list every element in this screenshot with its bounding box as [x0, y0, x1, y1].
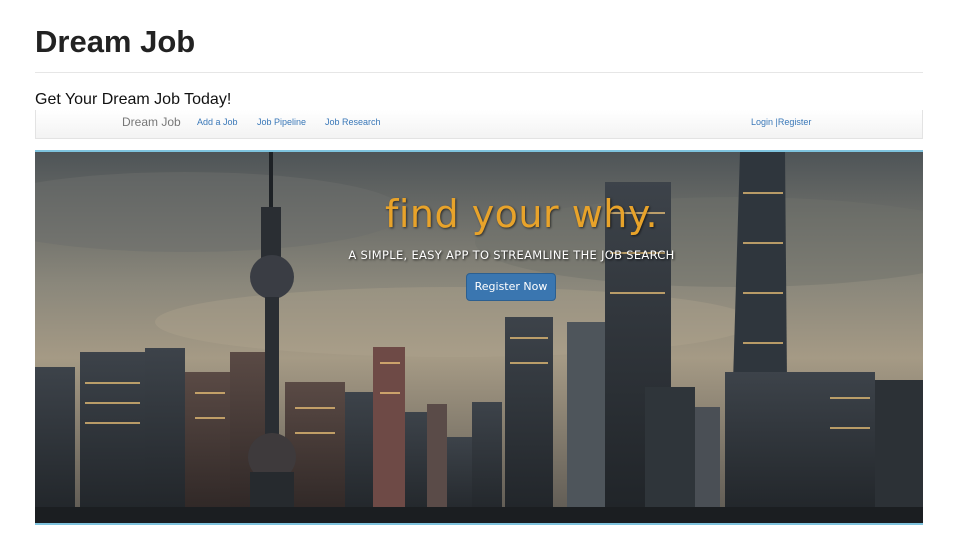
nav-link-job-pipeline[interactable]: Job Pipeline	[257, 117, 306, 127]
page-title: Dream Job	[35, 24, 196, 59]
login-link[interactable]: Login	[751, 117, 773, 127]
hero-banner: find your why. A SIMPLE, EASY APP TO STR…	[35, 150, 923, 525]
register-link[interactable]: Register	[778, 117, 812, 127]
register-now-button[interactable]: Register Now	[466, 273, 556, 301]
nav-link-add-job[interactable]: Add a Job	[197, 117, 238, 127]
navbar-brand[interactable]: Dream Job	[122, 115, 181, 129]
auth-links: Login |Register	[751, 117, 811, 127]
preview-navbar: Dream Job Add a Job Job Pipeline Job Res…	[35, 110, 923, 139]
title-divider	[35, 72, 923, 73]
hero-subheadline: A SIMPLE, EASY APP TO STREAMLINE THE JOB…	[348, 248, 675, 262]
page: Dream Job Get Your Dream Job Today! Drea…	[0, 0, 959, 546]
page-tagline: Get Your Dream Job Today!	[35, 91, 232, 108]
hero-headline: find your why.	[384, 192, 659, 236]
nav-link-job-research[interactable]: Job Research	[325, 117, 381, 127]
app-preview: Dream Job Add a Job Job Pipeline Job Res…	[35, 110, 923, 525]
